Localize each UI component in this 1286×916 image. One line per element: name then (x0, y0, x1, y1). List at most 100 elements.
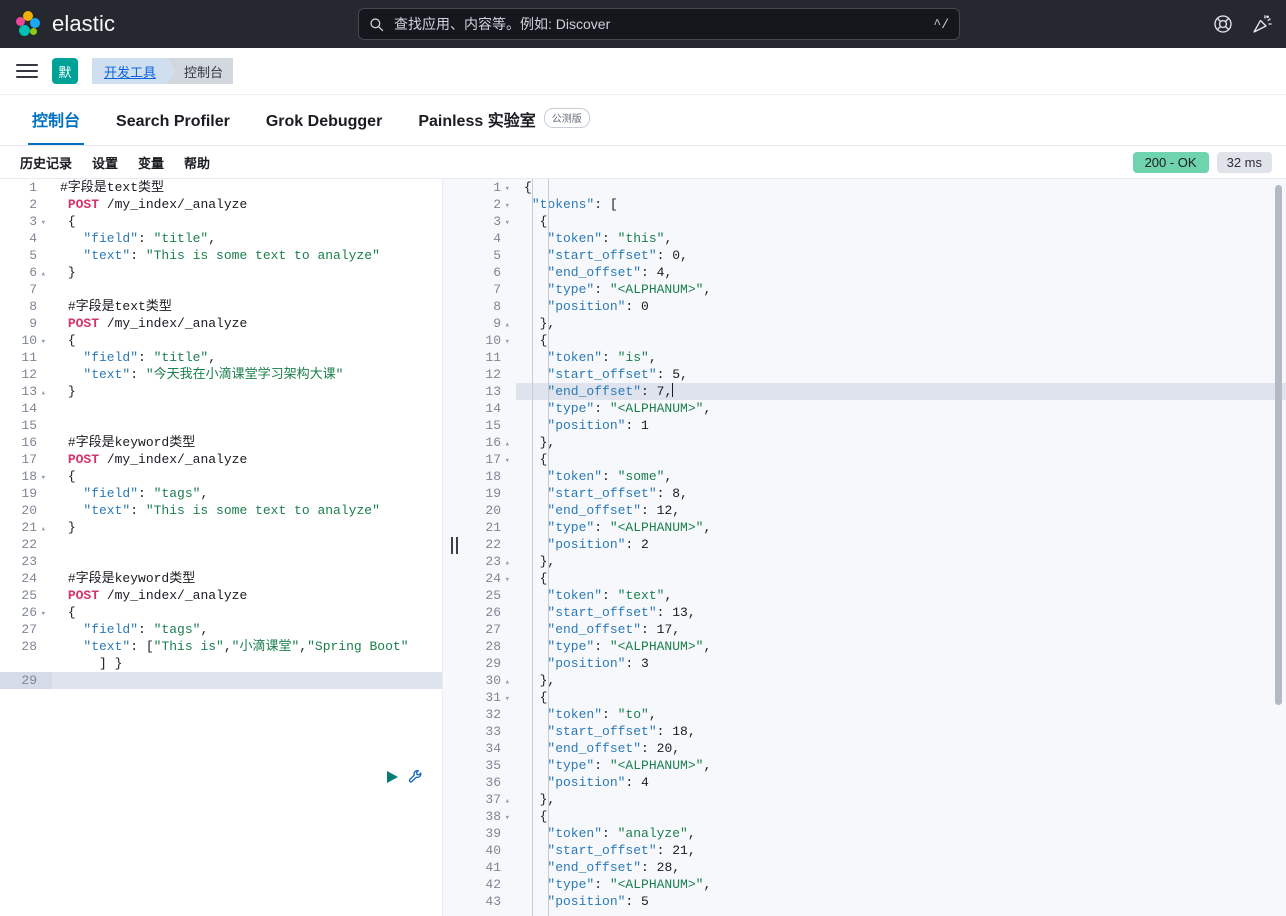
editor-line[interactable]: 1 #字段是text类型 (0, 179, 442, 196)
hamburger-menu-icon[interactable] (16, 64, 38, 78)
editor-line[interactable]: 10 ▾ { (0, 332, 442, 351)
editor-line[interactable]: 31 ▾ { (464, 689, 1286, 708)
editor-line[interactable]: 4 "field": "title", (0, 230, 442, 247)
tab-grok-debugger[interactable]: Grok Debugger (248, 113, 400, 145)
editor-line[interactable]: 11 "token": "is", (464, 349, 1286, 366)
editor-line[interactable]: 10 ▾ { (464, 332, 1286, 351)
editor-line[interactable]: 21 ▴ } (0, 519, 442, 538)
editor-line[interactable]: 35 "type": "<ALPHANUM>", (464, 757, 1286, 774)
editor-line[interactable]: 41 "end_offset": 28, (464, 859, 1286, 876)
editor-line[interactable]: 14 (0, 400, 442, 417)
editor-line[interactable]: 36 "position": 4 (464, 774, 1286, 791)
tab-console[interactable]: 控制台 (14, 107, 98, 145)
editor-line[interactable]: 17 POST /my_index/_analyze (0, 451, 442, 468)
response-vertical-scrollbar[interactable] (1275, 185, 1282, 705)
breadcrumb-item-console[interactable]: 控制台 (166, 58, 234, 84)
editor-line[interactable]: 39 "token": "analyze", (464, 825, 1286, 842)
editor-line[interactable]: 23▴ }, (464, 553, 1286, 572)
help-lifebuoy-icon[interactable] (1213, 14, 1233, 34)
editor-line[interactable]: 30▴ }, (464, 672, 1286, 691)
run-request-play-icon[interactable] (386, 770, 399, 784)
editor-line[interactable]: 11 "field": "title", (0, 349, 442, 366)
editor-line[interactable]: 29 "position": 3 (464, 655, 1286, 672)
tab-painless-lab[interactable]: Painless 实验室 公测版 (400, 107, 607, 145)
editor-line[interactable]: 13 ▴ } (0, 383, 442, 402)
editor-line[interactable]: 26 ▾ { (0, 604, 442, 623)
editor-line[interactable]: 7 (0, 281, 442, 298)
request-options-wrench-icon[interactable] (408, 769, 424, 785)
editor-line[interactable]: 32 "token": "to", (464, 706, 1286, 723)
editor-line[interactable]: 21 "type": "<ALPHANUM>", (464, 519, 1286, 536)
editor-line[interactable]: 16 #字段是keyword类型 (0, 434, 442, 451)
editor-line[interactable]: 26 "start_offset": 13, (464, 604, 1286, 621)
editor-line[interactable]: ] } (0, 655, 442, 672)
splitter-drag-handle[interactable] (451, 537, 458, 554)
announcement-megaphone-icon[interactable] (1251, 14, 1272, 35)
line-content: "field": "tags", (83, 622, 209, 637)
editor-line[interactable]: 29 (0, 672, 442, 689)
editor-line[interactable]: 25 "token": "text", (464, 587, 1286, 604)
editor-line[interactable]: 28 "type": "<ALPHANUM>", (464, 638, 1286, 655)
editor-line[interactable]: 33 "start_offset": 18, (464, 723, 1286, 740)
editor-line[interactable]: 8 #字段是text类型 (0, 298, 442, 315)
editor-line[interactable]: 6 "end_offset": 4, (464, 264, 1286, 281)
editor-line[interactable]: 12 "start_offset": 5, (464, 366, 1286, 383)
global-search-input[interactable]: 查找应用、内容等。例如: Discover ^/ (358, 8, 960, 40)
editor-line[interactable]: 28 "text": ["This is","小滴课堂","Spring Boo… (0, 638, 442, 655)
line-content: }, (516, 672, 556, 689)
editor-line[interactable]: 18 ▾ { (0, 468, 442, 487)
editor-line[interactable]: 9 POST /my_index/_analyze (0, 315, 442, 332)
editor-line[interactable]: 22 "position": 2 (464, 536, 1286, 553)
editor-line[interactable]: 15 (0, 417, 442, 434)
editor-line[interactable]: 7 "type": "<ALPHANUM>", (464, 281, 1286, 298)
editor-line[interactable]: 1 ▾{ (464, 179, 1286, 198)
editor-line[interactable]: 19 "start_offset": 8, (464, 485, 1286, 502)
console-menu-history[interactable]: 历史记录 (10, 153, 82, 172)
editor-line[interactable]: 42 "type": "<ALPHANUM>", (464, 876, 1286, 893)
editor-line[interactable]: 18 "token": "some", (464, 468, 1286, 485)
editor-line[interactable]: 8 "position": 0 (464, 298, 1286, 315)
editor-line[interactable]: 6 ▴ } (0, 264, 442, 283)
request-editor-lines[interactable]: 1 #字段是text类型 2 POST /my_index/_analyze 3 ▾ {… (0, 179, 442, 689)
editor-line[interactable]: 3 ▾ { (0, 213, 442, 232)
editor-line[interactable]: 3 ▾ { (464, 213, 1286, 232)
response-editor-lines[interactable]: 1 ▾{2 ▾ "tokens": [3 ▾ {4 "token": "this", 5… (464, 179, 1286, 910)
editor-line[interactable]: 5 "start_offset": 0, (464, 247, 1286, 264)
editor-line[interactable]: 17 ▾ { (464, 451, 1286, 470)
editor-splitter[interactable] (442, 179, 464, 916)
console-menu-variables[interactable]: 变量 (128, 153, 174, 172)
breadcrumb-item-devtools[interactable]: 开发工具 (92, 58, 176, 84)
editor-line[interactable]: 25 POST /my_index/_analyze (0, 587, 442, 604)
editor-line[interactable]: 20 "text": "This is some text to analyze… (0, 502, 442, 519)
editor-line[interactable]: 2 POST /my_index/_analyze (0, 196, 442, 213)
editor-line[interactable]: 4 "token": "this", (464, 230, 1286, 247)
editor-line[interactable]: 2 ▾ "tokens": [ (464, 196, 1286, 215)
editor-line[interactable]: 27 "end_offset": 17, (464, 621, 1286, 638)
editor-line[interactable]: 37▴ }, (464, 791, 1286, 810)
editor-line[interactable]: 24 ▾ { (464, 570, 1286, 589)
editor-line[interactable]: 43 "position": 5 (464, 893, 1286, 910)
brand[interactable]: elastic (16, 11, 115, 37)
editor-line[interactable]: 12 "text": "今天我在小滴课堂学习架构大课" (0, 366, 442, 383)
editor-line[interactable]: 24 #字段是keyword类型 (0, 570, 442, 587)
console-menu-help[interactable]: 帮助 (174, 153, 220, 172)
editor-line[interactable]: 38 ▾ { (464, 808, 1286, 827)
editor-line[interactable]: 34 "end_offset": 20, (464, 740, 1286, 757)
editor-line[interactable]: 16▴ }, (464, 434, 1286, 453)
request-editor[interactable]: 1 #字段是text类型 2 POST /my_index/_analyze 3 ▾ {… (0, 179, 442, 916)
editor-line[interactable]: 13 "end_offset": 7, (464, 383, 1286, 400)
editor-line[interactable]: 14 "type": "<ALPHANUM>", (464, 400, 1286, 417)
editor-line[interactable]: 5 "text": "This is some text to analyze" (0, 247, 442, 264)
editor-line[interactable]: 40 "start_offset": 21, (464, 842, 1286, 859)
editor-line[interactable]: 20 "end_offset": 12, (464, 502, 1286, 519)
editor-line[interactable]: 9▴ }, (464, 315, 1286, 334)
editor-line[interactable]: 15 "position": 1 (464, 417, 1286, 434)
space-avatar[interactable]: 默 (52, 58, 78, 84)
editor-line[interactable]: 19 "field": "tags", (0, 485, 442, 502)
tab-search-profiler[interactable]: Search Profiler (98, 113, 248, 145)
editor-line[interactable]: 22 (0, 536, 442, 553)
editor-line[interactable]: 27 "field": "tags", (0, 621, 442, 638)
console-menu-settings[interactable]: 设置 (82, 153, 128, 172)
editor-line[interactable]: 23 (0, 553, 442, 570)
response-editor[interactable]: 1 ▾{2 ▾ "tokens": [3 ▾ {4 "token": "this", 5… (464, 179, 1286, 916)
